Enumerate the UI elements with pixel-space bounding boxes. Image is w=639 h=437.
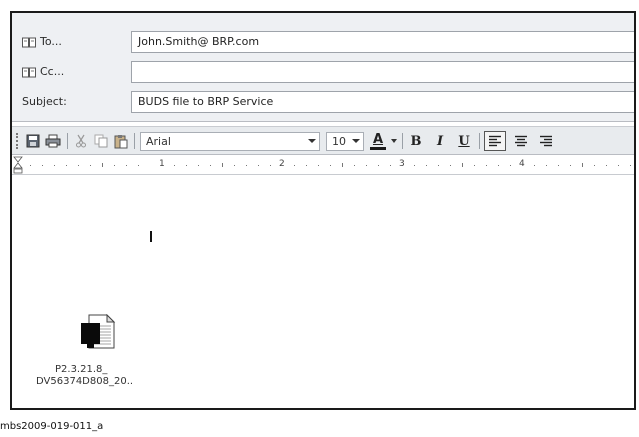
subject-label-wrap: Subject: — [22, 93, 120, 111]
formatting-toolbar: Arial 10 A B I U — [12, 126, 634, 155]
subject-row: Subject: BUDS file to BRP Service — [12, 90, 634, 114]
attachment-name-line2: DV56374D808_20.. — [36, 376, 134, 387]
cc-row: Cc... — [12, 60, 634, 84]
address-book-icon — [22, 67, 36, 77]
underline-label: U — [458, 133, 470, 149]
to-row: To... John.Smith@ BRP.com — [12, 30, 634, 54]
chevron-down-icon — [391, 139, 397, 143]
cc-button[interactable]: Cc... — [22, 63, 120, 81]
cc-field[interactable] — [131, 61, 634, 83]
bold-label: B — [410, 133, 422, 149]
to-button[interactable]: To... — [22, 33, 120, 51]
to-label: To... — [40, 35, 62, 48]
toolbar-grip[interactable] — [16, 133, 18, 149]
scissors-icon — [76, 134, 86, 148]
chevron-down-icon — [352, 139, 360, 143]
text-cursor — [150, 231, 152, 242]
cut-button[interactable] — [72, 131, 90, 151]
toolbar-separator — [402, 133, 403, 149]
align-left-button[interactable] — [484, 131, 506, 151]
paste-button[interactable] — [112, 131, 130, 151]
save-icon — [26, 134, 40, 148]
font-size-select[interactable]: 10 — [326, 132, 364, 151]
ruler-number: 2 — [279, 159, 285, 169]
ruler-number: 1 — [159, 159, 165, 169]
font-name-value: Arial — [146, 135, 171, 148]
align-right-icon — [540, 135, 552, 147]
bold-button[interactable]: B — [406, 131, 426, 151]
first-line-indent-marker — [13, 156, 23, 163]
subject-label: Subject: — [22, 95, 67, 108]
toolbar-separator — [479, 133, 480, 149]
italic-button[interactable]: I — [430, 131, 450, 151]
subject-field[interactable]: BUDS file to BRP Service — [131, 91, 634, 113]
italic-label: I — [436, 133, 444, 149]
attachment-name-line1: P2.3.21.8_ — [55, 364, 108, 375]
email-compose-window: To... John.Smith@ BRP.com Cc... Subject:… — [10, 11, 636, 410]
message-header: To... John.Smith@ BRP.com Cc... Subject:… — [12, 13, 634, 122]
message-body[interactable]: P2.3.21.8_ DV56374D808_20.. — [12, 176, 634, 408]
toolbar-separator — [134, 133, 135, 149]
paste-icon — [114, 134, 128, 148]
font-name-select[interactable]: Arial — [140, 132, 320, 151]
font-color-label: A — [372, 131, 384, 147]
cc-label: Cc... — [40, 65, 65, 78]
font-size-value: 10 — [332, 135, 346, 148]
print-button[interactable] — [44, 131, 62, 151]
attachment-name: P2.3.21.8_ DV56374D808_20.. — [18, 364, 133, 388]
left-indent-marker — [13, 168, 23, 174]
hanging-indent-marker — [13, 162, 23, 169]
ruler[interactable]: 1 2 3 4 — [12, 156, 634, 175]
underline-button[interactable]: U — [454, 131, 474, 151]
font-color-dropdown[interactable] — [389, 131, 399, 151]
figure-caption: mbs2009-019-011_a — [0, 421, 104, 432]
print-icon — [45, 134, 61, 148]
address-book-icon — [22, 37, 36, 47]
save-button[interactable] — [24, 131, 42, 151]
copy-icon — [94, 134, 108, 148]
align-right-button[interactable] — [535, 131, 557, 151]
ruler-number: 3 — [399, 159, 405, 169]
font-color-button[interactable]: A — [368, 131, 388, 151]
ruler-number: 4 — [519, 159, 525, 169]
align-left-icon — [489, 135, 501, 147]
toolbar-separator — [67, 133, 68, 149]
font-color-bar — [370, 146, 386, 150]
copy-button[interactable] — [92, 131, 110, 151]
ruler-ticks — [13, 156, 631, 174]
align-center-button[interactable] — [510, 131, 532, 151]
to-field[interactable]: John.Smith@ BRP.com — [131, 31, 634, 53]
align-center-icon — [515, 135, 527, 147]
chevron-down-icon — [308, 139, 316, 143]
file-icon — [81, 314, 116, 349]
